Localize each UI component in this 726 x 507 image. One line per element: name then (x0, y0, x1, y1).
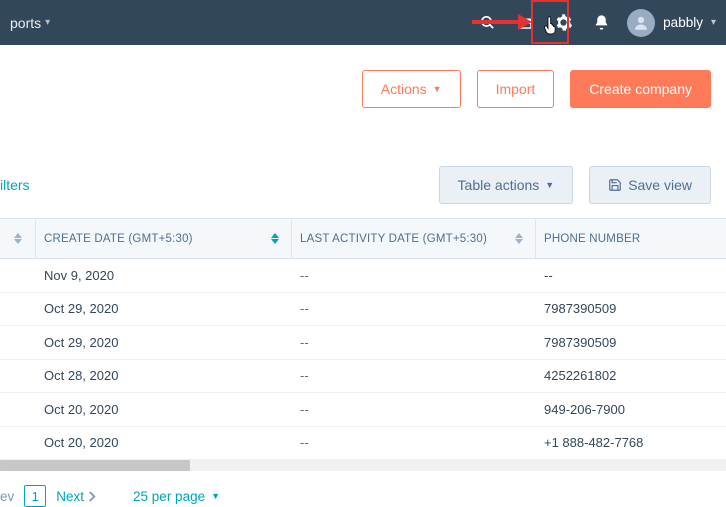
toolbar: ilters Table actions ▼ Save view (0, 108, 726, 218)
user-menu[interactable]: pabbly ▾ (627, 9, 716, 37)
search-icon[interactable] (475, 11, 499, 35)
page-actions: Actions ▼ Import Create company (0, 45, 726, 108)
caret-down-icon: ▼ (545, 180, 554, 190)
nav-reports[interactable]: ports ▾ (10, 15, 50, 31)
chevron-down-icon: ▾ (711, 17, 716, 28)
cell-last-activity: -- (292, 301, 536, 316)
cell-create-date: Oct 28, 2020 (36, 368, 292, 383)
settings-gear-icon[interactable] (551, 11, 575, 35)
table-row[interactable]: Oct 29, 2020--7987390509 (0, 326, 726, 360)
marketplace-icon[interactable] (513, 11, 537, 35)
avatar (627, 9, 655, 37)
pagination: ev 1 Next 25 per page ▼ (0, 471, 726, 507)
cell-last-activity: -- (292, 335, 536, 350)
cell-phone: 4252261802 (536, 368, 726, 383)
cell-last-activity: -- (292, 402, 536, 417)
table-row[interactable]: Oct 20, 2020--949-206-7900 (0, 393, 726, 427)
create-company-button[interactable]: Create company (570, 70, 711, 108)
filters-link[interactable]: ilters (0, 177, 30, 193)
column-phone[interactable]: PHONE NUMBER (536, 233, 726, 245)
create-company-label: Create company (589, 81, 692, 97)
cell-create-date: Nov 9, 2020 (36, 268, 292, 283)
column-phone-label: PHONE NUMBER (544, 233, 640, 245)
next-label: Next (56, 489, 84, 504)
cell-last-activity: -- (292, 268, 536, 283)
prev-page-button[interactable]: ev (0, 489, 14, 504)
cell-phone: 7987390509 (536, 301, 726, 316)
column-last-activity[interactable]: LAST ACTIVITY DATE (GMT+5:30) (292, 219, 536, 258)
page-size-label: 25 per page (133, 489, 205, 504)
cell-create-date: Oct 29, 2020 (36, 335, 292, 350)
horizontal-scrollbar[interactable] (0, 460, 726, 471)
column-create-date[interactable]: CREATE DATE (GMT+5:30) (36, 219, 292, 258)
cell-create-date: Oct 29, 2020 (36, 301, 292, 316)
cell-last-activity: -- (292, 368, 536, 383)
caret-down-icon: ▼ (433, 84, 442, 94)
actions-dropdown-button[interactable]: Actions ▼ (362, 70, 461, 108)
cell-last-activity: -- (292, 435, 536, 450)
cell-create-date: Oct 20, 2020 (36, 435, 292, 450)
table-actions-dropdown[interactable]: Table actions ▼ (439, 166, 574, 204)
chevron-down-icon: ▾ (45, 17, 50, 28)
save-view-button[interactable]: Save view (589, 166, 711, 204)
sort-icon[interactable] (515, 233, 523, 244)
page-size-dropdown[interactable]: 25 per page ▼ (133, 489, 220, 504)
cell-create-date: Oct 20, 2020 (36, 402, 292, 417)
cell-phone: -- (536, 268, 726, 283)
current-page[interactable]: 1 (24, 485, 46, 507)
column-create-date-label: CREATE DATE (GMT+5:30) (44, 233, 193, 245)
table-body: Nov 9, 2020----Oct 29, 2020--7987390509O… (0, 259, 726, 460)
column-handle[interactable] (0, 219, 36, 258)
column-last-activity-label: LAST ACTIVITY DATE (GMT+5:30) (300, 233, 487, 245)
scrollbar-thumb[interactable] (0, 460, 190, 471)
table-row[interactable]: Oct 28, 2020--4252261802 (0, 360, 726, 394)
save-view-label: Save view (628, 177, 692, 193)
cell-phone: +1 888-482-7768 (536, 435, 726, 450)
table-header: CREATE DATE (GMT+5:30) LAST ACTIVITY DAT… (0, 219, 726, 259)
prev-label: ev (0, 489, 14, 504)
user-label: pabbly (663, 15, 703, 30)
table-row[interactable]: Nov 9, 2020---- (0, 259, 726, 293)
next-page-button[interactable]: Next (56, 489, 97, 504)
table-row[interactable]: Oct 29, 2020--7987390509 (0, 293, 726, 327)
notifications-bell-icon[interactable] (589, 11, 613, 35)
nav-reports-label: ports (10, 15, 41, 31)
cell-phone: 949-206-7900 (536, 402, 726, 417)
actions-label: Actions (381, 81, 427, 97)
table-row[interactable]: Oct 20, 2020--+1 888-482-7768 (0, 427, 726, 461)
sort-icon[interactable] (271, 233, 279, 244)
import-label: Import (496, 81, 536, 97)
data-table: CREATE DATE (GMT+5:30) LAST ACTIVITY DAT… (0, 218, 726, 471)
save-icon (608, 178, 622, 192)
import-button[interactable]: Import (477, 70, 555, 108)
topbar: ports ▾ pabbly ▾ (0, 0, 726, 45)
cell-phone: 7987390509 (536, 335, 726, 350)
table-actions-label: Table actions (458, 177, 540, 193)
